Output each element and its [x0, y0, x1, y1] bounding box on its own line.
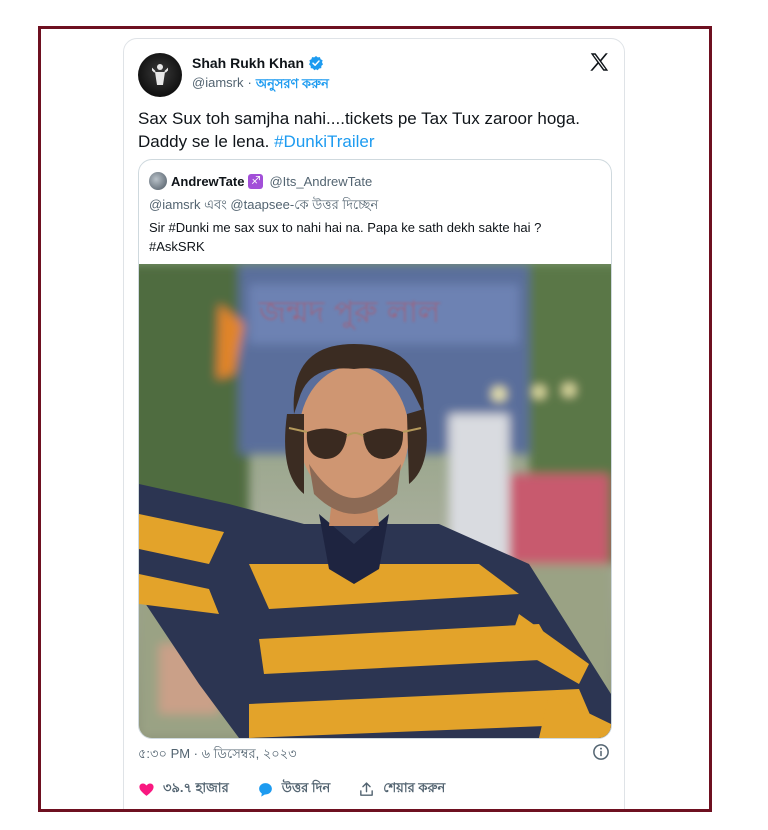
- sagittarius-badge-icon: ♐: [248, 173, 264, 189]
- author-handle[interactable]: @iamsrk: [192, 75, 243, 96]
- quote-text-line2: #AskSRK: [149, 239, 205, 254]
- heart-icon: [139, 783, 154, 796]
- quote-header: AndrewTate ♐ @Its_AndrewTate: [149, 172, 372, 190]
- handle-separator: ·: [247, 75, 252, 90]
- author-name[interactable]: Shah Rukh Khan: [192, 55, 304, 71]
- verified-badge-icon: [309, 56, 324, 71]
- reply-button[interactable]: উত্তর দিন: [257, 779, 331, 800]
- share-button[interactable]: শেয়ার করুন: [358, 779, 445, 800]
- quote-reply-context: @iamsrk এবং @taapsee-কে উত্তর দিচ্ছেন: [149, 197, 379, 212]
- quote-author-name[interactable]: AndrewTate: [171, 174, 244, 189]
- tweet-text-line1: Sax Sux toh samjha nahi....tickets pe Ta…: [138, 109, 580, 128]
- tweet-timestamp[interactable]: ৫:৩০ PM · ৬ ডিসেম্বর, ২০২৩: [138, 745, 297, 766]
- quote-text-line1: Sir #Dunki me sax sux to nahi hai na. Pa…: [149, 220, 542, 235]
- author-handle-row: @iamsrk · অনুসরণ করুন: [192, 75, 329, 96]
- tweet-card: Shah Rukh Khan @iamsrk · অনুসরণ করুন Sax…: [123, 38, 625, 809]
- follow-button[interactable]: অনুসরণ করুন: [256, 75, 329, 96]
- quoted-tweet[interactable]: AndrewTate ♐ @Its_AndrewTate @iamsrk এবং…: [138, 159, 612, 739]
- author-name-row: Shah Rukh Khan: [192, 55, 324, 71]
- tweet-actions: ৩৯.৭ হাজার উত্তর দিন শেয়ার করুন: [138, 779, 445, 800]
- reply-bubble-icon: [258, 783, 272, 797]
- quote-author-avatar[interactable]: [149, 172, 167, 190]
- screenshot-frame: Shah Rukh Khan @iamsrk · অনুসরণ করুন Sax…: [38, 26, 712, 812]
- image-banner-text: জন্মদ পুরু লাল: [258, 295, 441, 330]
- author-avatar[interactable]: [138, 53, 182, 97]
- reply-label: উত্তর দিন: [281, 780, 331, 795]
- x-logo-icon[interactable]: [588, 51, 610, 73]
- quote-author-handle[interactable]: @Its_AndrewTate: [269, 174, 372, 189]
- like-button[interactable]: ৩৯.৭ হাজার: [138, 779, 229, 800]
- avatar-figure: [152, 64, 168, 85]
- share-icon: [360, 782, 374, 796]
- tweet-text-line2: Daddy se le lena. #DunkiTrailer: [138, 130, 608, 153]
- info-icon[interactable]: [592, 743, 610, 761]
- photo-illustration: জন্মদ পুরু লাল: [139, 264, 611, 738]
- hashtag-link[interactable]: #DunkiTrailer: [274, 132, 374, 151]
- like-count: ৩৯.৭ হাজার: [163, 780, 229, 795]
- tweet-text: Sax Sux toh samjha nahi....tickets pe Ta…: [138, 107, 608, 153]
- share-label: শেয়ার করুন: [383, 780, 446, 795]
- quote-text: Sir #Dunki me sax sux to nahi hai na. Pa…: [149, 218, 599, 256]
- quote-photo[interactable]: জন্মদ পুরু লাল: [139, 264, 611, 738]
- tweet-text-line2-prefix: Daddy se le lena.: [138, 132, 275, 151]
